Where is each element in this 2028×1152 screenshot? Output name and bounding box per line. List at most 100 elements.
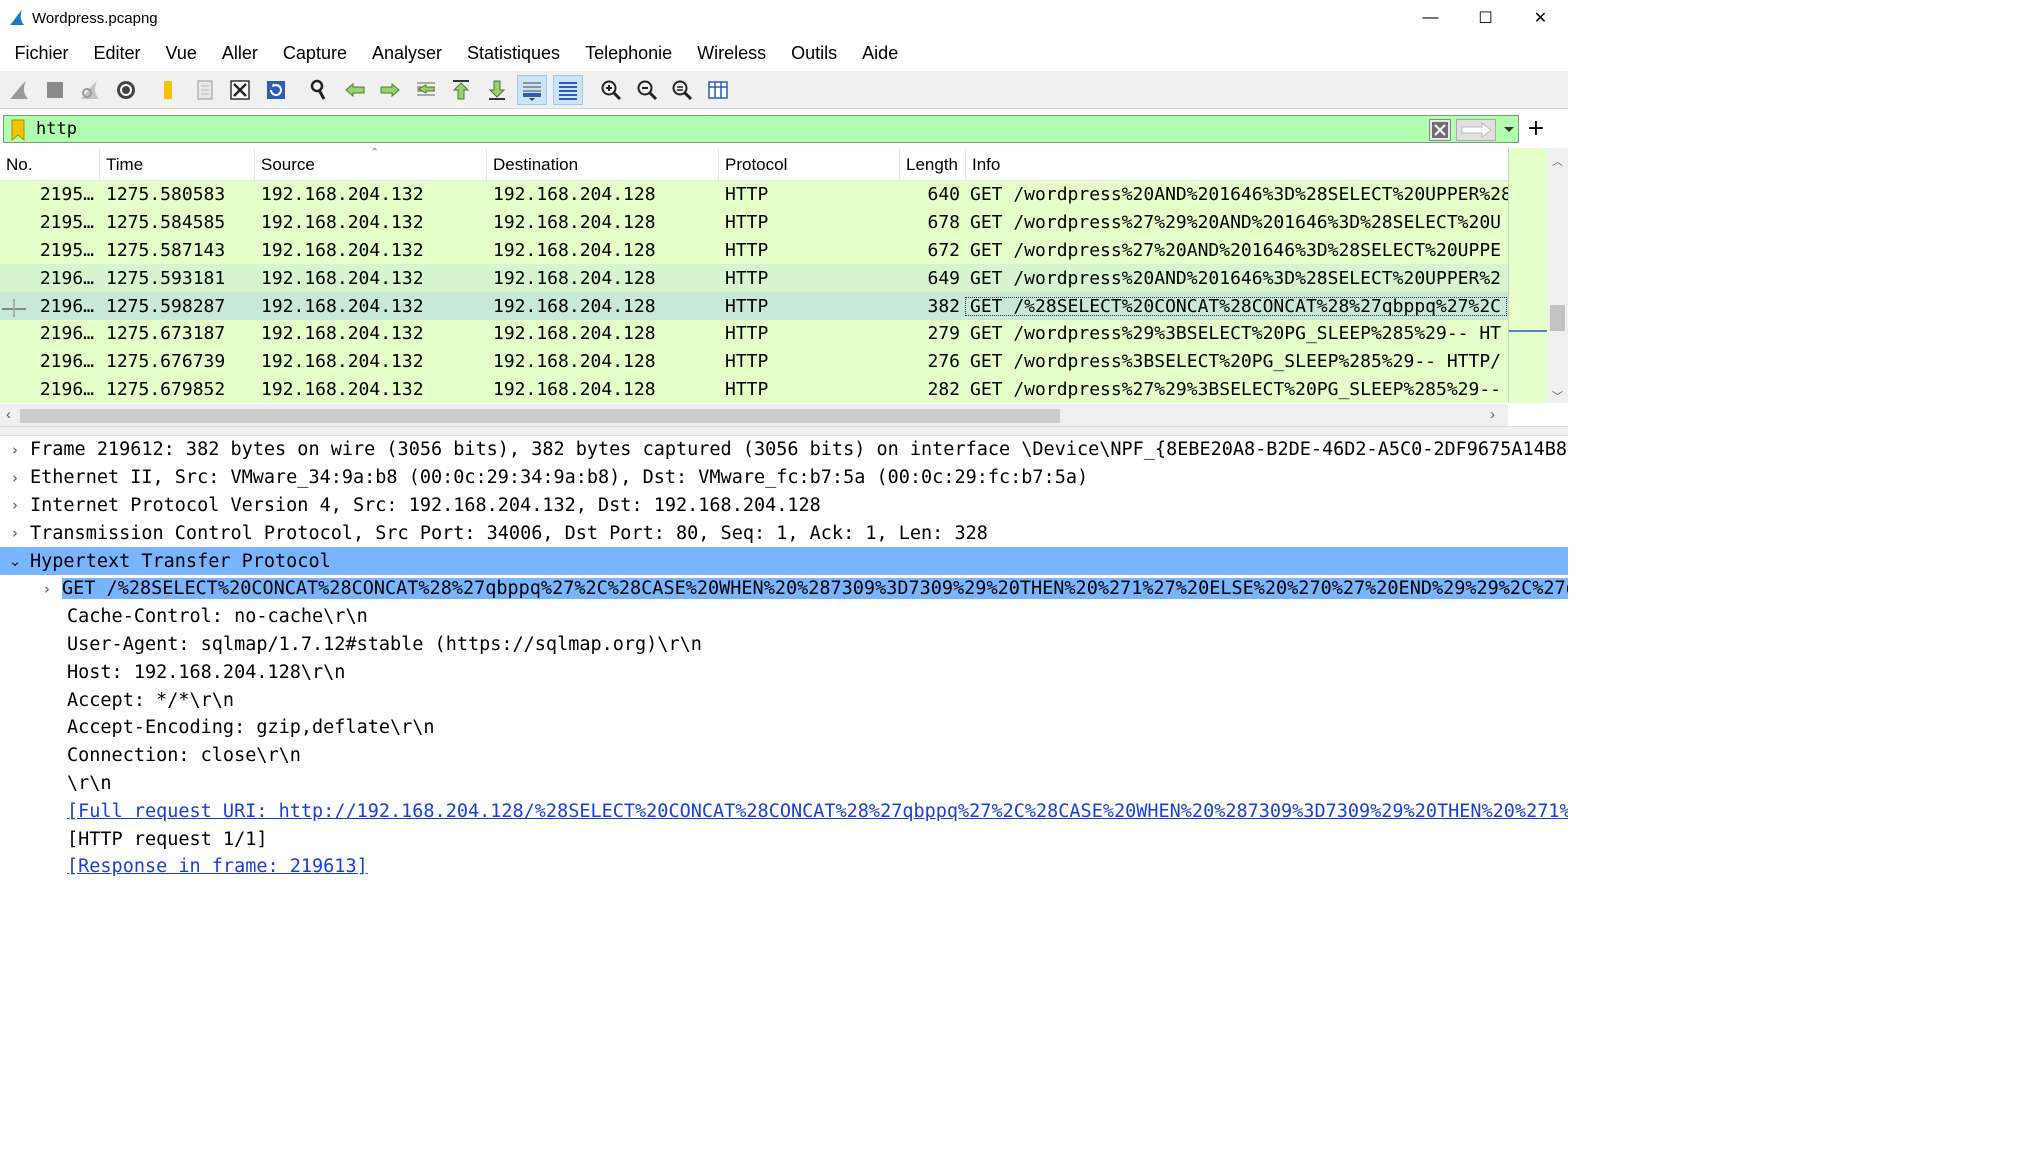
packet-time: 1275.673187 [106, 323, 226, 345]
tree-item-header[interactable]: \r\n [0, 770, 1568, 798]
display-filter-input[interactable] [36, 118, 1416, 140]
column-header-time[interactable]: Time [100, 148, 255, 181]
packet-list-horizontal-scrollbar[interactable]: ‹ › [0, 404, 1508, 426]
expand-chevron-right-icon[interactable]: › [0, 441, 30, 459]
packet-row[interactable]: 2196… 1275.673187 192.168.204.132 192.16… [0, 319, 1508, 348]
tree-item-http[interactable]: ⌄ Hypertext Transfer Protocol [0, 547, 1568, 575]
packet-protocol: HTTP [725, 267, 769, 289]
expand-chevron-right-icon[interactable]: › [0, 524, 30, 542]
menu-fichier[interactable]: Fichier [2, 43, 81, 64]
full-request-uri-link[interactable]: [Full request URI: http://192.168.204.12… [67, 801, 1568, 822]
expand-chevron-down-icon[interactable]: ⌄ [0, 552, 30, 570]
open-file-button[interactable] [154, 75, 184, 105]
column-header-no[interactable]: No. [0, 148, 100, 181]
zoom-in-button[interactable] [596, 75, 626, 105]
go-forward-button[interactable] [375, 75, 405, 105]
menu-outils[interactable]: Outils [779, 43, 850, 64]
normal-size-button[interactable] [667, 75, 697, 105]
tree-item-full-uri[interactable]: [Full request URI: http://192.168.204.12… [0, 797, 1568, 825]
first-packet-button[interactable] [446, 75, 476, 105]
colorize-button[interactable] [552, 74, 583, 105]
reload-button[interactable] [261, 75, 291, 105]
window-controls: — ☐ ✕ [1403, 0, 1568, 36]
menu-bar: Fichier Editer Vue Aller Capture Analyse… [0, 36, 1568, 71]
pane-splitter[interactable] [0, 426, 1568, 436]
tree-item-header[interactable]: Host: 192.168.204.128\r\n [0, 658, 1568, 686]
menu-wireless[interactable]: Wireless [685, 43, 779, 64]
column-header-destination[interactable]: Destination [487, 148, 719, 181]
arrow-right-apply-icon [1461, 122, 1492, 138]
packet-row[interactable]: 2195… 1275.587143 192.168.204.132 192.16… [0, 236, 1508, 265]
find-packet-button[interactable] [304, 75, 334, 105]
column-header-length[interactable]: Length [900, 148, 966, 181]
expand-chevron-right-icon[interactable]: › [0, 496, 30, 514]
horizontal-scroll-thumb[interactable] [20, 409, 1060, 423]
colorize-list-icon [558, 81, 577, 100]
packet-destination: 192.168.204.128 [493, 295, 656, 317]
save-file-button[interactable] [190, 75, 220, 105]
tree-item-frame[interactable]: › Frame 219612: 382 bytes on wire (3056 … [0, 436, 1568, 464]
expand-chevron-right-icon[interactable]: › [0, 469, 30, 487]
tree-item-response-frame[interactable]: [Response in frame: 219613] [0, 853, 1568, 881]
tree-item-header[interactable]: User-Agent: sqlmap/1.7.12#stable (https:… [0, 631, 1568, 659]
menu-telephonie[interactable]: Telephonie [573, 43, 685, 64]
clear-filter-button[interactable] [1429, 119, 1451, 141]
menu-aller[interactable]: Aller [209, 43, 270, 64]
resize-columns-button[interactable] [703, 75, 733, 105]
maximize-button[interactable]: ☐ [1458, 0, 1513, 36]
close-file-button[interactable] [225, 75, 255, 105]
menu-analyser[interactable]: Analyser [359, 43, 454, 64]
filter-history-dropdown[interactable] [1500, 119, 1518, 141]
restart-capture-button[interactable] [75, 75, 105, 105]
scroll-down-icon[interactable]: ﹀ [1552, 388, 1563, 404]
column-header-protocol[interactable]: Protocol [719, 148, 900, 181]
column-header-source[interactable]: Source ⌃ [255, 147, 487, 181]
packet-list-vertical-scrollbar[interactable]: ︿ ﹀ [1547, 148, 1568, 403]
menu-editer[interactable]: Editer [81, 43, 153, 64]
tree-item-header[interactable]: Connection: close\r\n [0, 742, 1568, 770]
add-filter-button[interactable]: + [1525, 113, 1547, 143]
tree-item-header[interactable]: Cache-Control: no-cache\r\n [0, 603, 1568, 631]
vertical-scroll-thumb[interactable] [1550, 305, 1565, 331]
packet-source: 192.168.204.132 [261, 323, 424, 345]
packet-row[interactable]: 2196… 1275.593181 192.168.204.132 192.16… [0, 264, 1508, 293]
packet-row-selected[interactable]: 2196… 1275.598287 192.168.204.132 192.16… [0, 292, 1508, 320]
apply-filter-button[interactable] [1456, 119, 1496, 141]
menu-statistiques[interactable]: Statistiques [455, 43, 573, 64]
menu-capture[interactable]: Capture [270, 43, 359, 64]
tree-item-ip[interactable]: › Internet Protocol Version 4, Src: 192.… [0, 492, 1568, 520]
go-back-button[interactable] [340, 75, 370, 105]
packet-row[interactable]: 2196… 1275.679852 192.168.204.132 192.16… [0, 375, 1508, 403]
tree-item-tcp[interactable]: › Transmission Control Protocol, Src Por… [0, 519, 1568, 547]
last-packet-button[interactable] [482, 75, 512, 105]
zoom-out-button[interactable] [632, 75, 662, 105]
expand-chevron-right-icon[interactable]: › [32, 580, 62, 598]
close-button[interactable]: ✕ [1513, 0, 1568, 36]
menu-aide[interactable]: Aide [850, 43, 911, 64]
minimize-button[interactable]: — [1403, 0, 1458, 36]
response-frame-link[interactable]: [Response in frame: 219613] [67, 856, 368, 877]
stop-square-icon [46, 81, 63, 98]
stop-capture-button[interactable] [40, 75, 70, 105]
scroll-up-icon[interactable]: ︿ [1552, 153, 1563, 169]
auto-scroll-button[interactable] [517, 74, 547, 105]
packet-minimap[interactable] [1508, 148, 1548, 403]
start-capture-button[interactable] [4, 75, 34, 105]
tree-item-request-line[interactable]: › GET /%28SELECT%20CONCAT%28CONCAT%28%27… [0, 575, 1568, 603]
shark-fin-icon [10, 10, 24, 25]
tree-item-header[interactable]: Accept-Encoding: gzip,deflate\r\n [0, 714, 1568, 742]
go-to-packet-button[interactable] [411, 75, 441, 105]
column-header-info[interactable]: Info [966, 148, 1508, 181]
scroll-left-icon[interactable]: ‹ [6, 406, 11, 423]
packet-row[interactable]: 2195… 1275.580583 192.168.204.132 192.16… [0, 181, 1508, 209]
scroll-right-icon[interactable]: › [1490, 406, 1495, 423]
tree-item-header[interactable]: Accept: */*\r\n [0, 686, 1568, 714]
menu-vue[interactable]: Vue [153, 43, 209, 64]
packet-row[interactable]: 2196… 1275.676739 192.168.204.132 192.16… [0, 347, 1508, 376]
tree-item-request-count[interactable]: [HTTP request 1/1] [0, 825, 1568, 853]
ethernet-summary: Ethernet II, Src: VMware_34:9a:b8 (00:0c… [30, 467, 1089, 489]
capture-options-button[interactable] [111, 75, 141, 105]
bookmark-icon[interactable] [10, 119, 26, 141]
packet-row[interactable]: 2195… 1275.584585 192.168.204.132 192.16… [0, 208, 1508, 237]
tree-item-ethernet[interactable]: › Ethernet II, Src: VMware_34:9a:b8 (00:… [0, 464, 1568, 492]
